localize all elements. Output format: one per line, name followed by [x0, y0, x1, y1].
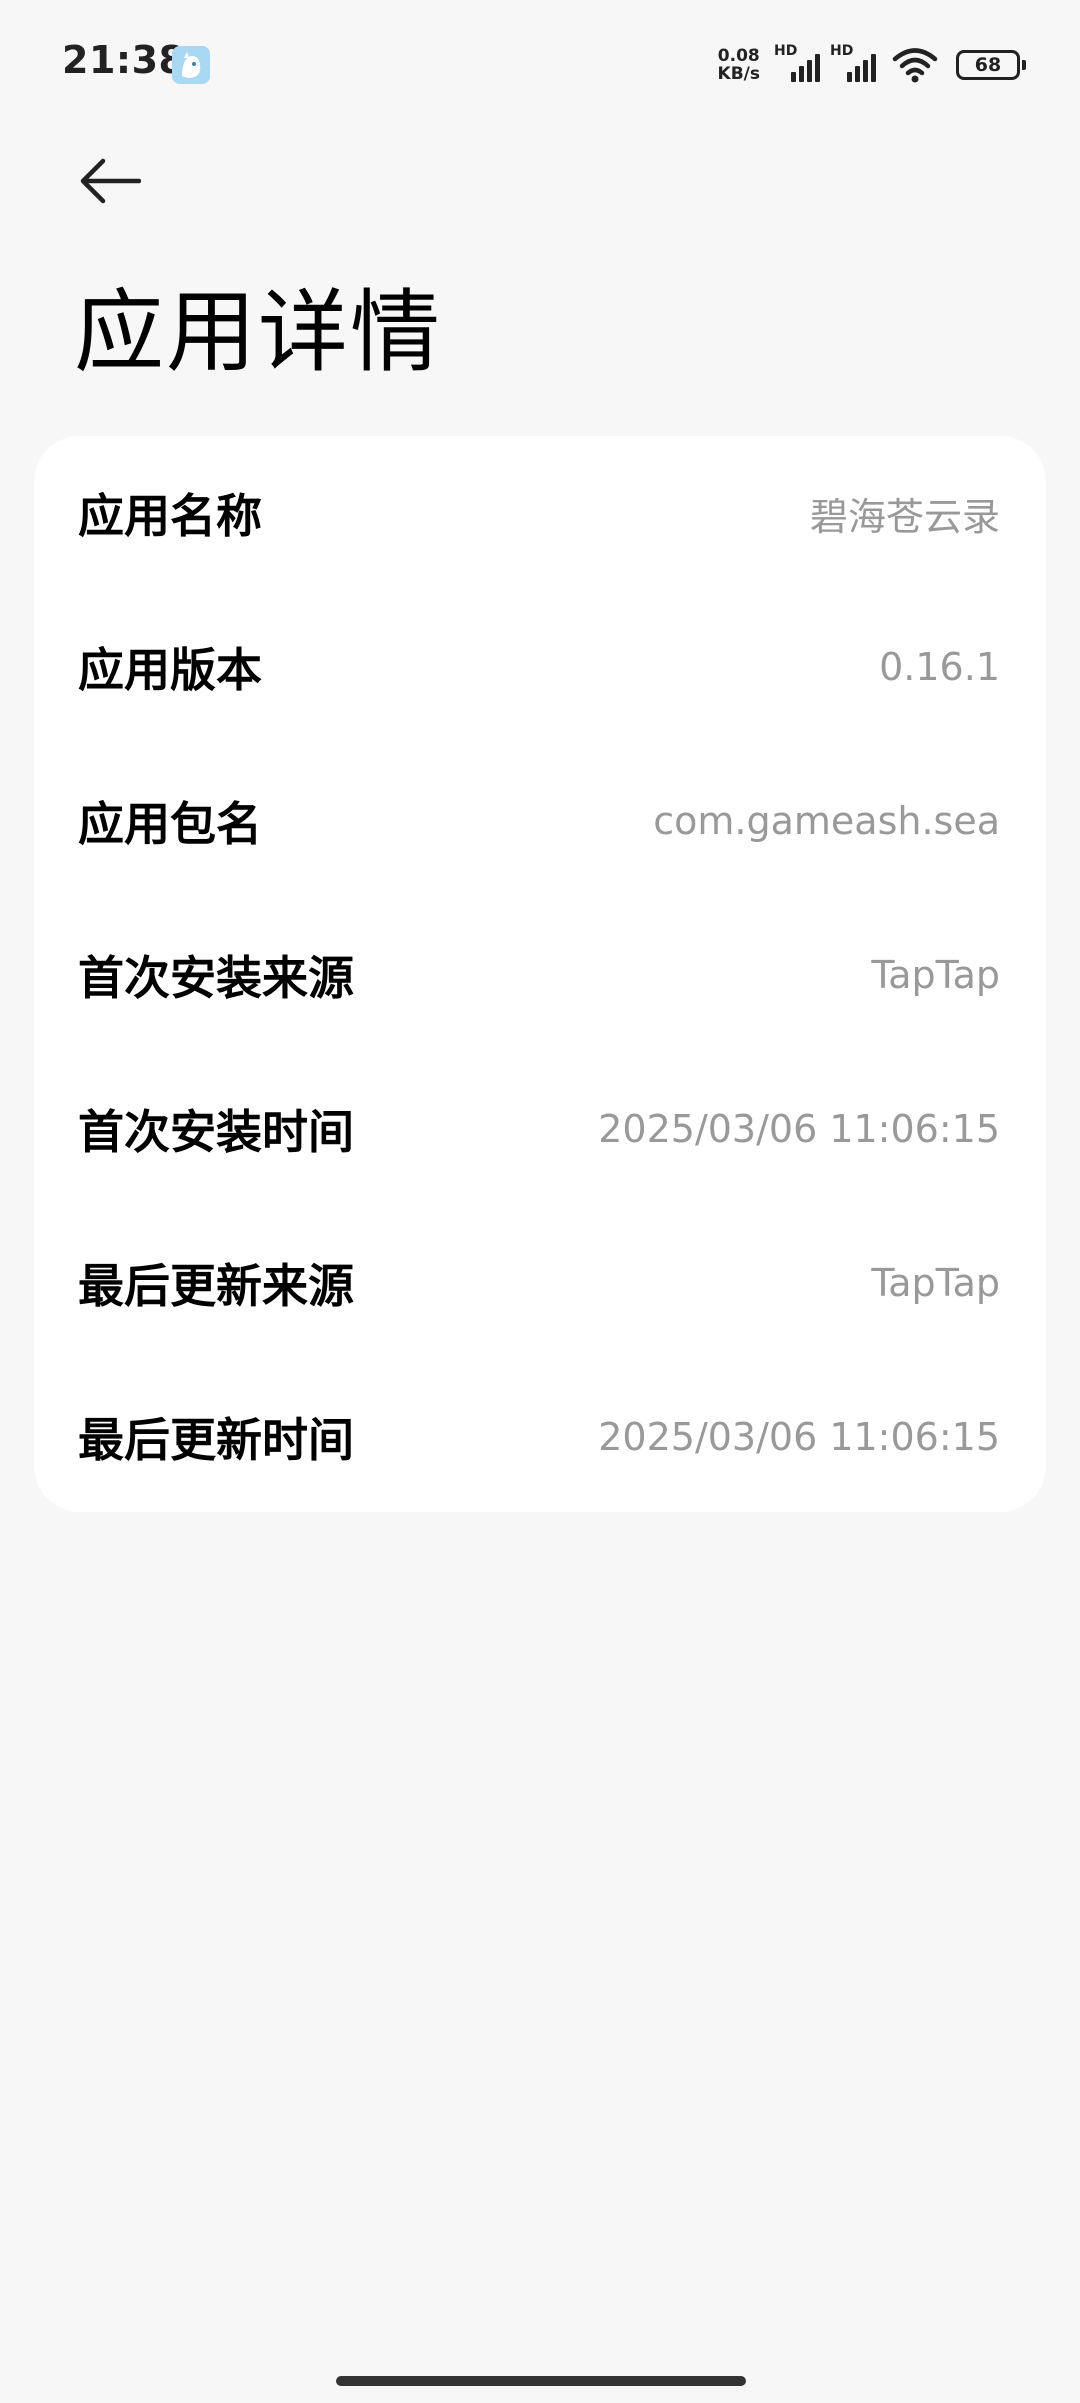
- detail-row-app-version: 应用版本 0.16.1: [34, 590, 1046, 744]
- back-button[interactable]: [70, 146, 150, 216]
- network-speed-value: 0.08: [717, 46, 760, 66]
- battery-icon: 68: [956, 50, 1026, 80]
- detail-row-app-name: 应用名称 碧海苍云录: [34, 436, 1046, 590]
- detail-value: 2025/03/06 11:06:15: [598, 1107, 1000, 1151]
- network-speed-unit: KB/s: [717, 64, 760, 84]
- status-icons: 0.08 KB/s HD HD 68: [718, 42, 1026, 88]
- detail-label: 最后更新时间: [78, 1413, 354, 1467]
- signal-icon-sim1: HD: [774, 44, 820, 86]
- detail-value: 碧海苍云录: [809, 494, 1000, 539]
- detail-label: 首次安装来源: [78, 951, 354, 1005]
- detail-value: 0.16.1: [879, 645, 1000, 689]
- signal-icon-sim2: HD: [830, 44, 876, 86]
- detail-row-first-install-time: 首次安装时间 2025/03/06 11:06:15: [34, 1052, 1046, 1206]
- battery-level: 68: [974, 54, 1002, 76]
- page-title: 应用详情: [74, 280, 442, 385]
- status-time: 21:38: [62, 38, 186, 82]
- detail-row-first-install-source: 首次安装来源 TapTap: [34, 898, 1046, 1052]
- home-indicator[interactable]: [336, 2376, 746, 2386]
- detail-value: TapTap: [871, 953, 1000, 997]
- detail-row-last-update-time: 最后更新时间 2025/03/06 11:06:15: [34, 1360, 1046, 1514]
- detail-label: 应用名称: [78, 489, 262, 543]
- back-arrow-icon: [80, 158, 141, 204]
- network-speed: 0.08 KB/s: [718, 47, 760, 83]
- detail-label: 最后更新来源: [78, 1259, 354, 1313]
- app-details-card: 应用名称 碧海苍云录 应用版本 0.16.1 应用包名 com.gameash.…: [34, 436, 1046, 1512]
- detail-value: 2025/03/06 11:06:15: [598, 1415, 1000, 1459]
- status-bar: 21:38 0.08 KB/s HD HD 68: [0, 0, 1080, 130]
- detail-value: com.gameash.sea: [653, 799, 1000, 843]
- detail-row-last-update-source: 最后更新来源 TapTap: [34, 1206, 1046, 1360]
- detail-row-package-name: 应用包名 com.gameash.sea: [34, 744, 1046, 898]
- wifi-icon: [892, 48, 938, 83]
- detail-label: 应用版本: [78, 643, 262, 697]
- app-notification-icon: [172, 46, 210, 84]
- detail-value: TapTap: [871, 1261, 1000, 1305]
- detail-label: 首次安装时间: [78, 1105, 354, 1159]
- detail-label: 应用包名: [78, 797, 262, 851]
